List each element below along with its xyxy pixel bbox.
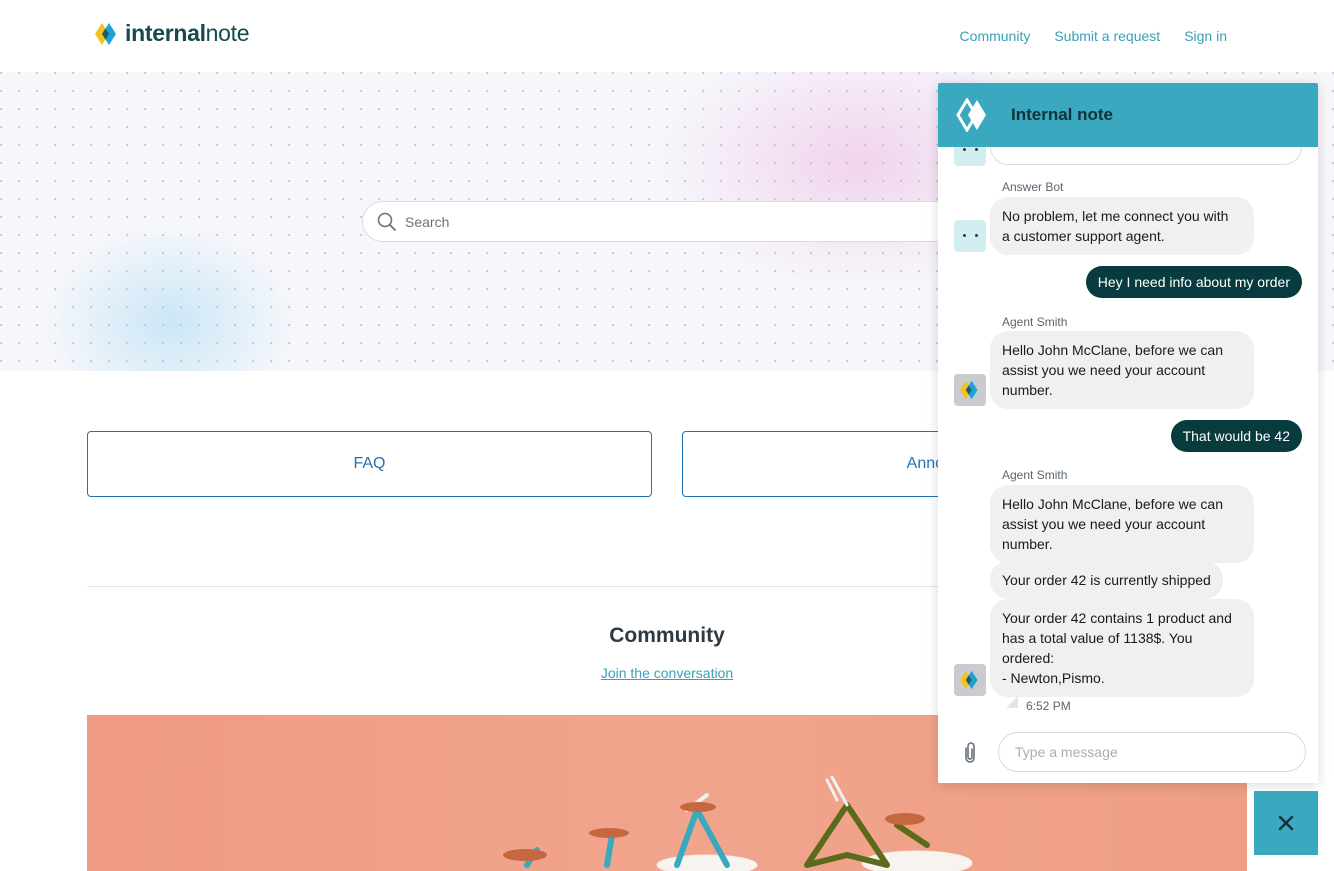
search-input[interactable] xyxy=(405,213,965,230)
nav-community-link[interactable]: Community xyxy=(960,28,1031,44)
top-nav: Community Submit a request Sign in xyxy=(960,28,1227,44)
category-card-label: FAQ xyxy=(353,455,386,472)
site-header: internalnote Community Submit a request … xyxy=(0,0,1334,72)
message-sender: Answer Bot xyxy=(1002,180,1064,194)
logo-wordmark: internalnote xyxy=(125,20,250,47)
widget-logo-icon xyxy=(956,98,986,132)
attachment-paperclip-icon[interactable] xyxy=(960,741,980,765)
chat-header-title: Internal note xyxy=(1011,105,1114,124)
delivered-check-icon xyxy=(1006,696,1018,708)
answer-bot-avatar xyxy=(954,220,986,252)
chat-widget[interactable]: Answer Bot No problem, let me connect yo… xyxy=(938,83,1318,783)
message-bubble: No problem, let me connect you with a cu… xyxy=(990,197,1254,255)
message-sender: Agent Smith xyxy=(1002,315,1068,329)
nav-submit-request-link[interactable]: Submit a request xyxy=(1054,28,1160,44)
message-bubble: Your order 42 is currently shipped xyxy=(990,561,1223,599)
hero-glow-left xyxy=(40,222,300,371)
message-timestamp: 6:52 PM xyxy=(1026,699,1071,713)
logo-light: note xyxy=(205,20,250,46)
agent-avatar xyxy=(954,664,986,696)
close-icon xyxy=(1278,815,1294,831)
user-message-bubble: That would be 42 xyxy=(1170,420,1302,452)
message-bubble: Hello John McClane, before we can assist… xyxy=(990,331,1254,409)
message-bubble: Your order 42 contains 1 product and has… xyxy=(990,599,1254,697)
logo-mark-icon xyxy=(95,22,116,45)
chat-composer xyxy=(938,721,1318,783)
chat-message-list[interactable]: Answer Bot No problem, let me connect yo… xyxy=(938,83,1318,721)
search-bar[interactable] xyxy=(362,201,1002,242)
message-sender: Agent Smith xyxy=(1002,468,1068,482)
site-logo[interactable]: internalnote xyxy=(95,20,250,47)
agent-logo-icon xyxy=(960,670,978,690)
chat-header: Internal note xyxy=(938,83,1318,147)
message-bubble: Hello John McClane, before we can assist… xyxy=(990,485,1254,563)
agent-logo-icon xyxy=(960,380,978,400)
agent-avatar xyxy=(954,374,986,406)
category-card-faq[interactable]: FAQ xyxy=(87,431,652,497)
message-input[interactable] xyxy=(998,732,1306,772)
logo-bold: internal xyxy=(125,20,206,46)
user-message-bubble: Hey I need info about my order xyxy=(1085,266,1302,298)
close-chat-button[interactable] xyxy=(1254,791,1318,855)
join-conversation-link[interactable]: Join the conversation xyxy=(601,665,733,681)
search-icon xyxy=(377,212,396,231)
nav-sign-in-link[interactable]: Sign in xyxy=(1184,28,1227,44)
